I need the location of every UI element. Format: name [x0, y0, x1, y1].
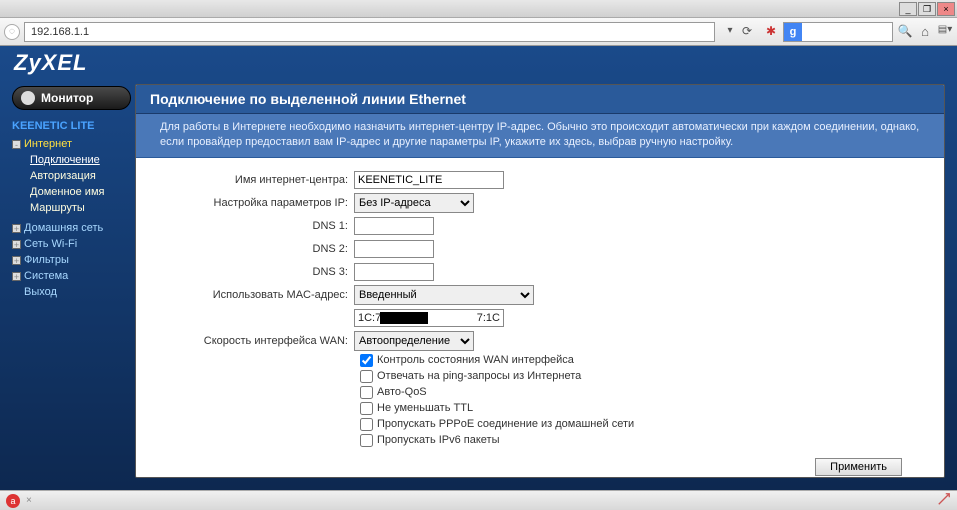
device-name: KEENETIC LITE [4, 116, 135, 136]
select-ip-mode[interactable]: Без IP-адреса [354, 193, 474, 213]
window-restore-button[interactable]: ❐ [918, 2, 936, 16]
label-check-ttl: Не уменьшать TTL [377, 402, 473, 414]
label-ip-mode: Настройка параметров IP: [154, 197, 354, 209]
check-ping[interactable] [360, 370, 373, 383]
brand-header: ZyXEL [0, 46, 957, 80]
label-wan-speed: Скорость интерфейса WAN: [154, 335, 354, 347]
input-device-name[interactable] [354, 171, 504, 189]
nav-exit[interactable]: Выход [12, 286, 135, 298]
monitor-label: Монитор [41, 91, 93, 105]
monitor-icon [21, 91, 35, 105]
input-mac-address[interactable]: 1C:77:1C [354, 309, 504, 327]
check-ttl[interactable] [360, 402, 373, 415]
label-dns1: DNS 1: [154, 220, 354, 232]
taskbar-tray-icon[interactable] [937, 492, 951, 509]
address-bar[interactable]: 192.168.1.1 [24, 22, 715, 42]
nav-internet-routes[interactable]: Маршруты [30, 202, 85, 214]
window-close-button[interactable]: × [937, 2, 955, 16]
input-dns2[interactable] [354, 240, 434, 258]
apply-button[interactable]: Применить [815, 458, 902, 476]
settings-form: Имя интернет-центра: Настройка параметро… [136, 158, 944, 477]
page-description: Для работы в Интернете необходимо назнач… [136, 114, 944, 158]
input-dns1[interactable] [354, 217, 434, 235]
app-viewport: ZyXEL Монитор KEENETIC LITE -Интернет По… [0, 46, 957, 490]
check-ipv6[interactable] [360, 434, 373, 447]
check-wan-status[interactable] [360, 354, 373, 367]
search-icon[interactable]: 🔍 [897, 24, 913, 40]
blocker-icon[interactable]: ✱ [763, 24, 779, 40]
nav-internet-connection[interactable]: Подключение [30, 154, 100, 166]
nav-filters[interactable]: +Фильтры [12, 254, 135, 266]
check-autoqos[interactable] [360, 386, 373, 399]
content-panel: Подключение по выделенной линии Ethernet… [135, 84, 945, 478]
label-device-name: Имя интернет-центра: [154, 174, 354, 186]
label-check-ipv6: Пропускать IPv6 пакеты [377, 434, 500, 446]
reload-icon[interactable]: ⟳ [739, 24, 755, 40]
label-check-wan-status: Контроль состояния WAN интерфейса [377, 354, 574, 366]
label-mac: Использовать MAC-адрес: [154, 289, 354, 301]
page-title: Подключение по выделенной линии Ethernet [136, 85, 944, 114]
nav-tree: -Интернет Подключение Авторизация Доменн… [4, 136, 135, 300]
browser-toolbar: ◌ 192.168.1.1 ▾ ⟳ ✱ g 🔍 ⌂ ▤▾ [0, 18, 957, 46]
label-dns2: DNS 2: [154, 243, 354, 255]
select-wan-speed[interactable]: Автоопределение [354, 331, 474, 351]
home-icon[interactable]: ⌂ [917, 24, 933, 40]
input-dns3[interactable] [354, 263, 434, 281]
taskbar-close-icon[interactable]: × [26, 495, 32, 506]
label-check-ping: Отвечать на ping-запросы из Интернета [377, 370, 581, 382]
brand-logo: ZyXEL [14, 50, 87, 76]
nav-home-network[interactable]: +Домашняя сеть [12, 222, 135, 234]
label-check-pppoe: Пропускать PPPoE соединение из домашней … [377, 418, 634, 430]
site-identity-icon[interactable]: ◌ [4, 24, 20, 40]
check-pppoe[interactable] [360, 418, 373, 431]
nav-system[interactable]: +Система [12, 270, 135, 282]
google-icon: g [784, 23, 802, 41]
redacted-mac [380, 312, 428, 324]
nav-internet-domain[interactable]: Доменное имя [30, 186, 104, 198]
nav-wifi[interactable]: +Сеть Wi-Fi [12, 238, 135, 250]
monitor-button[interactable]: Монитор [12, 86, 131, 110]
sidebar: Монитор KEENETIC LITE -Интернет Подключе… [0, 80, 135, 490]
os-taskbar: a × [0, 490, 957, 510]
taskbar-app-icon[interactable]: a [6, 494, 20, 508]
label-dns3: DNS 3: [154, 266, 354, 278]
window-minimize-button[interactable]: _ [899, 2, 917, 16]
nav-internet[interactable]: -Интернет [12, 138, 135, 150]
search-box[interactable]: g [783, 22, 893, 42]
history-dropdown-icon[interactable]: ▾ [723, 25, 737, 39]
nav-internet-auth[interactable]: Авторизация [30, 170, 96, 182]
bookmarks-menu-icon[interactable]: ▤▾ [937, 24, 953, 40]
window-titlebar: _ ❐ × [0, 0, 957, 18]
label-check-autoqos: Авто-QoS [377, 386, 427, 398]
select-mac-mode[interactable]: Введенный [354, 285, 534, 305]
